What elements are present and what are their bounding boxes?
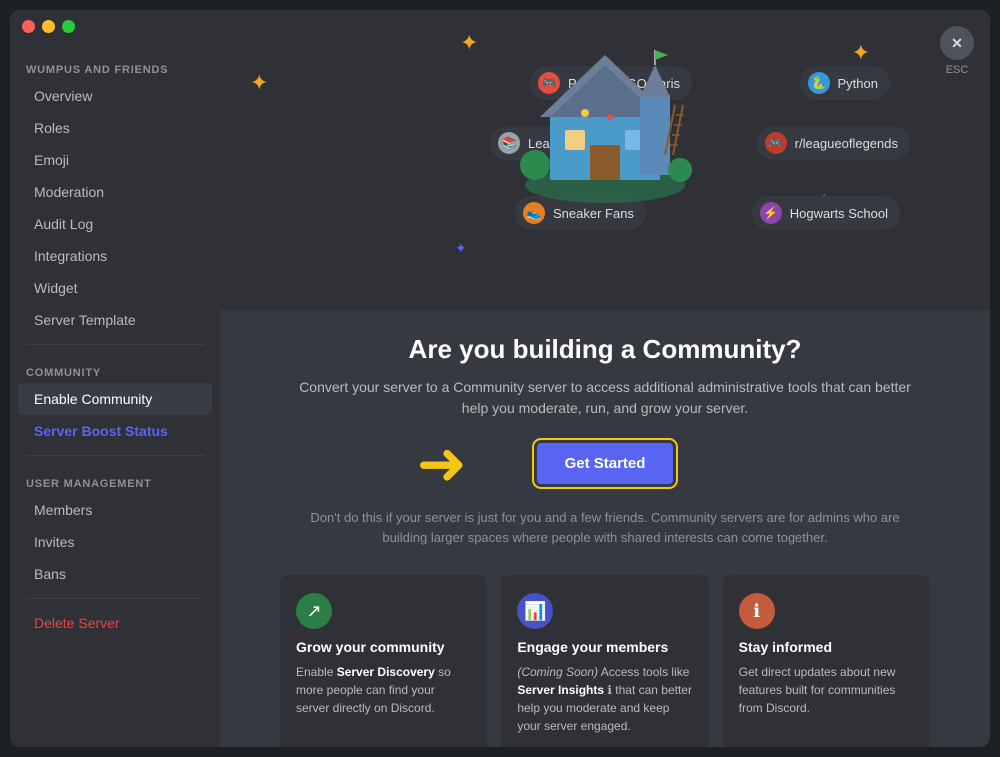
sidebar-item-invites[interactable]: Invites — [18, 526, 212, 558]
sidebar: WUMPUS AND FRIENDS Overview Roles Emoji … — [10, 10, 220, 747]
sidebar-item-server-boost-status[interactable]: Server Boost Status — [18, 415, 212, 447]
community-section-label: COMMUNITY — [10, 353, 220, 383]
sparkle-top-right: ✦ — [852, 40, 870, 66]
engage-description: (Coming Soon) Access tools like Server I… — [517, 663, 692, 735]
arrow-indicator: ➜ — [417, 434, 467, 494]
fullscreen-button[interactable] — [62, 20, 75, 33]
server-pill-league[interactable]: 🎮 r/leagueoflegends — [757, 126, 910, 160]
main-content: ✕ ESC ✦ ✦ ✦ ✦ ✦ 🎮 Pokemon GO Paris 🐍 Pyt… — [220, 10, 990, 747]
sparkle-bottom-left: ✦ — [455, 240, 467, 257]
app-window: WUMPUS AND FRIENDS Overview Roles Emoji … — [10, 10, 990, 747]
sidebar-divider-3 — [26, 598, 204, 599]
league-label: r/leagueoflegends — [795, 136, 898, 151]
page-subtitle: Convert your server to a Community serve… — [295, 377, 915, 419]
feature-card-informed: ℹ Stay informed Get direct updates about… — [723, 575, 930, 747]
informed-description: Get direct updates about new features bu… — [739, 663, 914, 717]
content-section: Are you building a Community? Convert yo… — [220, 310, 990, 747]
esc-icon[interactable]: ✕ — [940, 26, 974, 60]
hogwarts-icon: ⚡ — [760, 202, 782, 224]
hero-area: ✦ ✦ ✦ ✦ ✦ 🎮 Pokemon GO Paris 🐍 Python 📚 … — [220, 10, 990, 310]
sidebar-divider-1 — [26, 344, 204, 345]
sidebar-item-integrations[interactable]: Integrations — [18, 240, 212, 272]
sidebar-item-overview[interactable]: Overview — [18, 80, 212, 112]
sidebar-item-server-template[interactable]: Server Template — [18, 304, 212, 336]
sidebar-item-audit-log[interactable]: Audit Log — [18, 208, 212, 240]
window-controls — [22, 20, 75, 33]
feature-cards: ↗ Grow your community Enable Server Disc… — [280, 575, 930, 747]
sidebar-item-enable-community[interactable]: Enable Community — [18, 383, 212, 415]
server-section-label: WUMPUS AND FRIENDS — [10, 50, 220, 80]
get-started-wrapper: ➜ Get Started — [537, 443, 674, 484]
engage-title: Engage your members — [517, 639, 692, 655]
sidebar-item-emoji[interactable]: Emoji — [18, 144, 212, 176]
sidebar-item-roles[interactable]: Roles — [18, 112, 212, 144]
sparkle-left: ✦ — [250, 70, 268, 96]
sidebar-item-moderation[interactable]: Moderation — [18, 176, 212, 208]
user-management-section-label: USER MANAGEMENT — [10, 464, 220, 494]
engage-icon: 📊 — [517, 593, 553, 629]
python-icon: 🐍 — [808, 72, 830, 94]
grow-icon: ↗ — [296, 593, 332, 629]
sidebar-item-members[interactable]: Members — [18, 494, 212, 526]
sparkle-top-left: ✦ — [460, 30, 478, 56]
sidebar-item-bans[interactable]: Bans — [18, 558, 212, 590]
sidebar-item-widget[interactable]: Widget — [18, 272, 212, 304]
informed-title: Stay informed — [739, 639, 914, 655]
sidebar-item-delete-server[interactable]: Delete Server — [18, 607, 212, 639]
server-pill-hogwarts[interactable]: ⚡ Hogwarts School — [752, 196, 900, 230]
server-pill-python[interactable]: 🐍 Python — [800, 66, 890, 100]
esc-label: ESC — [946, 64, 969, 76]
minimize-button[interactable] — [42, 20, 55, 33]
grow-title: Grow your community — [296, 639, 471, 655]
sidebar-divider-2 — [26, 455, 204, 456]
esc-button[interactable]: ✕ ESC — [940, 26, 974, 76]
page-title: Are you building a Community? — [409, 334, 802, 365]
hogwarts-label: Hogwarts School — [790, 206, 888, 221]
feature-card-grow: ↗ Grow your community Enable Server Disc… — [280, 575, 487, 747]
house-illustration — [505, 20, 705, 220]
league-icon: 🎮 — [765, 132, 787, 154]
get-started-button[interactable]: Get Started — [537, 443, 674, 484]
python-label: Python — [838, 76, 878, 91]
note-text: Don't do this if your server is just for… — [295, 508, 915, 547]
feature-card-engage: 📊 Engage your members (Coming Soon) Acce… — [501, 575, 708, 747]
house-svg — [510, 25, 700, 215]
grow-description: Enable Server Discovery so more people c… — [296, 663, 471, 717]
close-button[interactable] — [22, 20, 35, 33]
informed-icon: ℹ — [739, 593, 775, 629]
